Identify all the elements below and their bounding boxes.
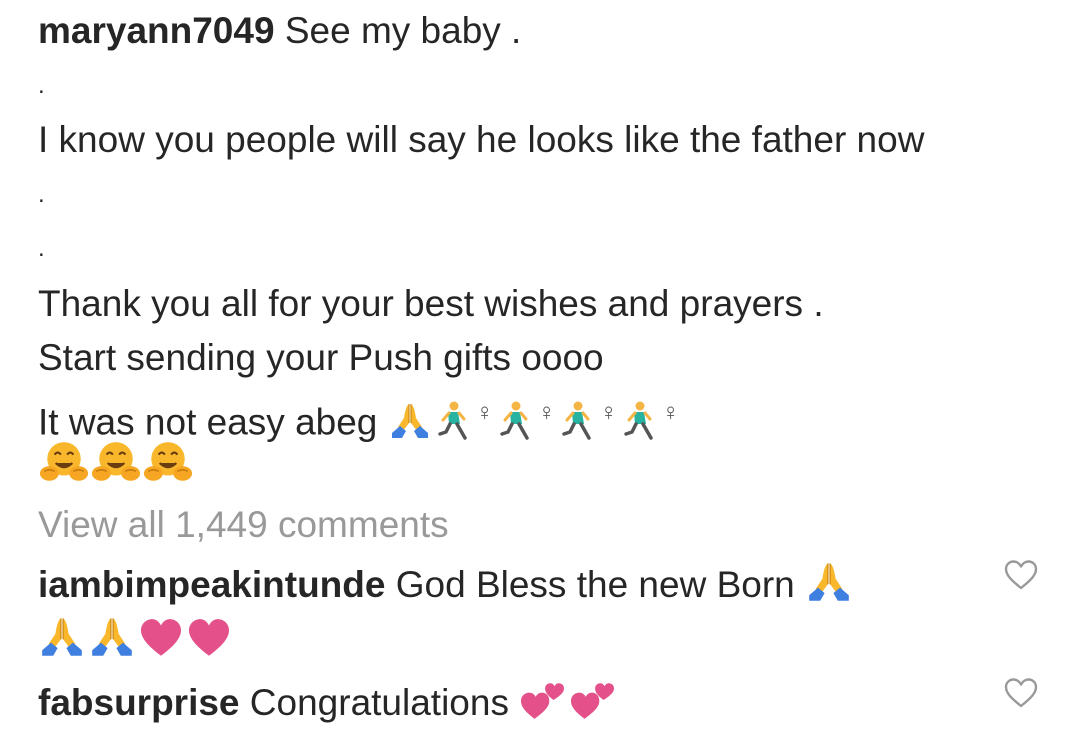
comment-item: iambimpeakintunde God Bless the new Born — [38, 558, 978, 667]
heart-outline-icon — [1003, 559, 1039, 591]
caption-line-3: Thank you all for your best wishes and p… — [38, 282, 824, 324]
caption-line-5-wrapper: It was not easy abeg ♀ ♀ ♀ ♀ — [38, 386, 1058, 443]
hugging-face-icon — [90, 440, 142, 486]
comment-text: Congratulations — [249, 682, 509, 723]
heart-icon — [138, 618, 184, 658]
heart-outline-icon — [1003, 677, 1039, 709]
female-sign-icon: ♀ — [475, 398, 494, 426]
caption-line-5: It was not easy abeg — [38, 401, 378, 442]
comment-item: fabsurprise Congratulations — [38, 676, 978, 730]
like-comment-button[interactable] — [1003, 677, 1039, 709]
caption-line-1: See my baby . — [284, 10, 522, 51]
post-caption: maryann7049 See my baby . . I know you p… — [38, 4, 1058, 495]
hugging-face-icon — [142, 440, 194, 486]
praying-hands-icon — [388, 400, 432, 440]
two-hearts-icon — [519, 679, 567, 721]
caption-line-6-emojis — [38, 440, 194, 486]
comment-username[interactable]: fabsurprise — [38, 682, 240, 723]
comment-emojis-inline — [805, 559, 853, 603]
two-hearts-icon — [569, 679, 617, 721]
caption-line-5-emojis: ♀ ♀ ♀ ♀ — [388, 386, 680, 441]
female-sign-icon: ♀ — [599, 398, 618, 426]
caption-dot-line-1: . — [38, 71, 45, 99]
comment-text: God Bless the new Born — [395, 564, 795, 605]
caption-line-6 — [38, 440, 1058, 495]
caption-dot-line-2: . — [38, 180, 45, 208]
caption-first-line: maryann7049 See my baby . — [38, 4, 1058, 59]
post-author-username[interactable]: maryann7049 — [38, 10, 275, 51]
comment-emojis-inline — [519, 679, 617, 721]
caption-line-4: Start sending your Push gifts oooo — [38, 337, 604, 378]
praying-hands-icon — [805, 559, 853, 603]
woman-running-icon — [620, 400, 660, 440]
woman-running-icon — [558, 400, 598, 440]
hugging-face-icon — [38, 440, 90, 486]
comment-username[interactable]: iambimpeakintunde — [38, 564, 385, 605]
female-sign-icon: ♀ — [661, 398, 680, 426]
heart-icon — [186, 618, 232, 658]
caption-line-2: I know you people will say he looks like… — [38, 119, 925, 160]
woman-running-icon — [496, 400, 536, 440]
woman-running-icon — [434, 400, 474, 440]
praying-hands-icon — [88, 614, 136, 658]
caption-dot-line-3: . — [38, 235, 45, 262]
female-sign-icon: ♀ — [537, 398, 556, 426]
view-all-comments-link[interactable]: View all 1,449 comments — [38, 498, 449, 552]
like-comment-button[interactable] — [1003, 559, 1039, 591]
praying-hands-icon — [38, 614, 86, 658]
comment-emojis-wrap — [38, 614, 232, 658]
